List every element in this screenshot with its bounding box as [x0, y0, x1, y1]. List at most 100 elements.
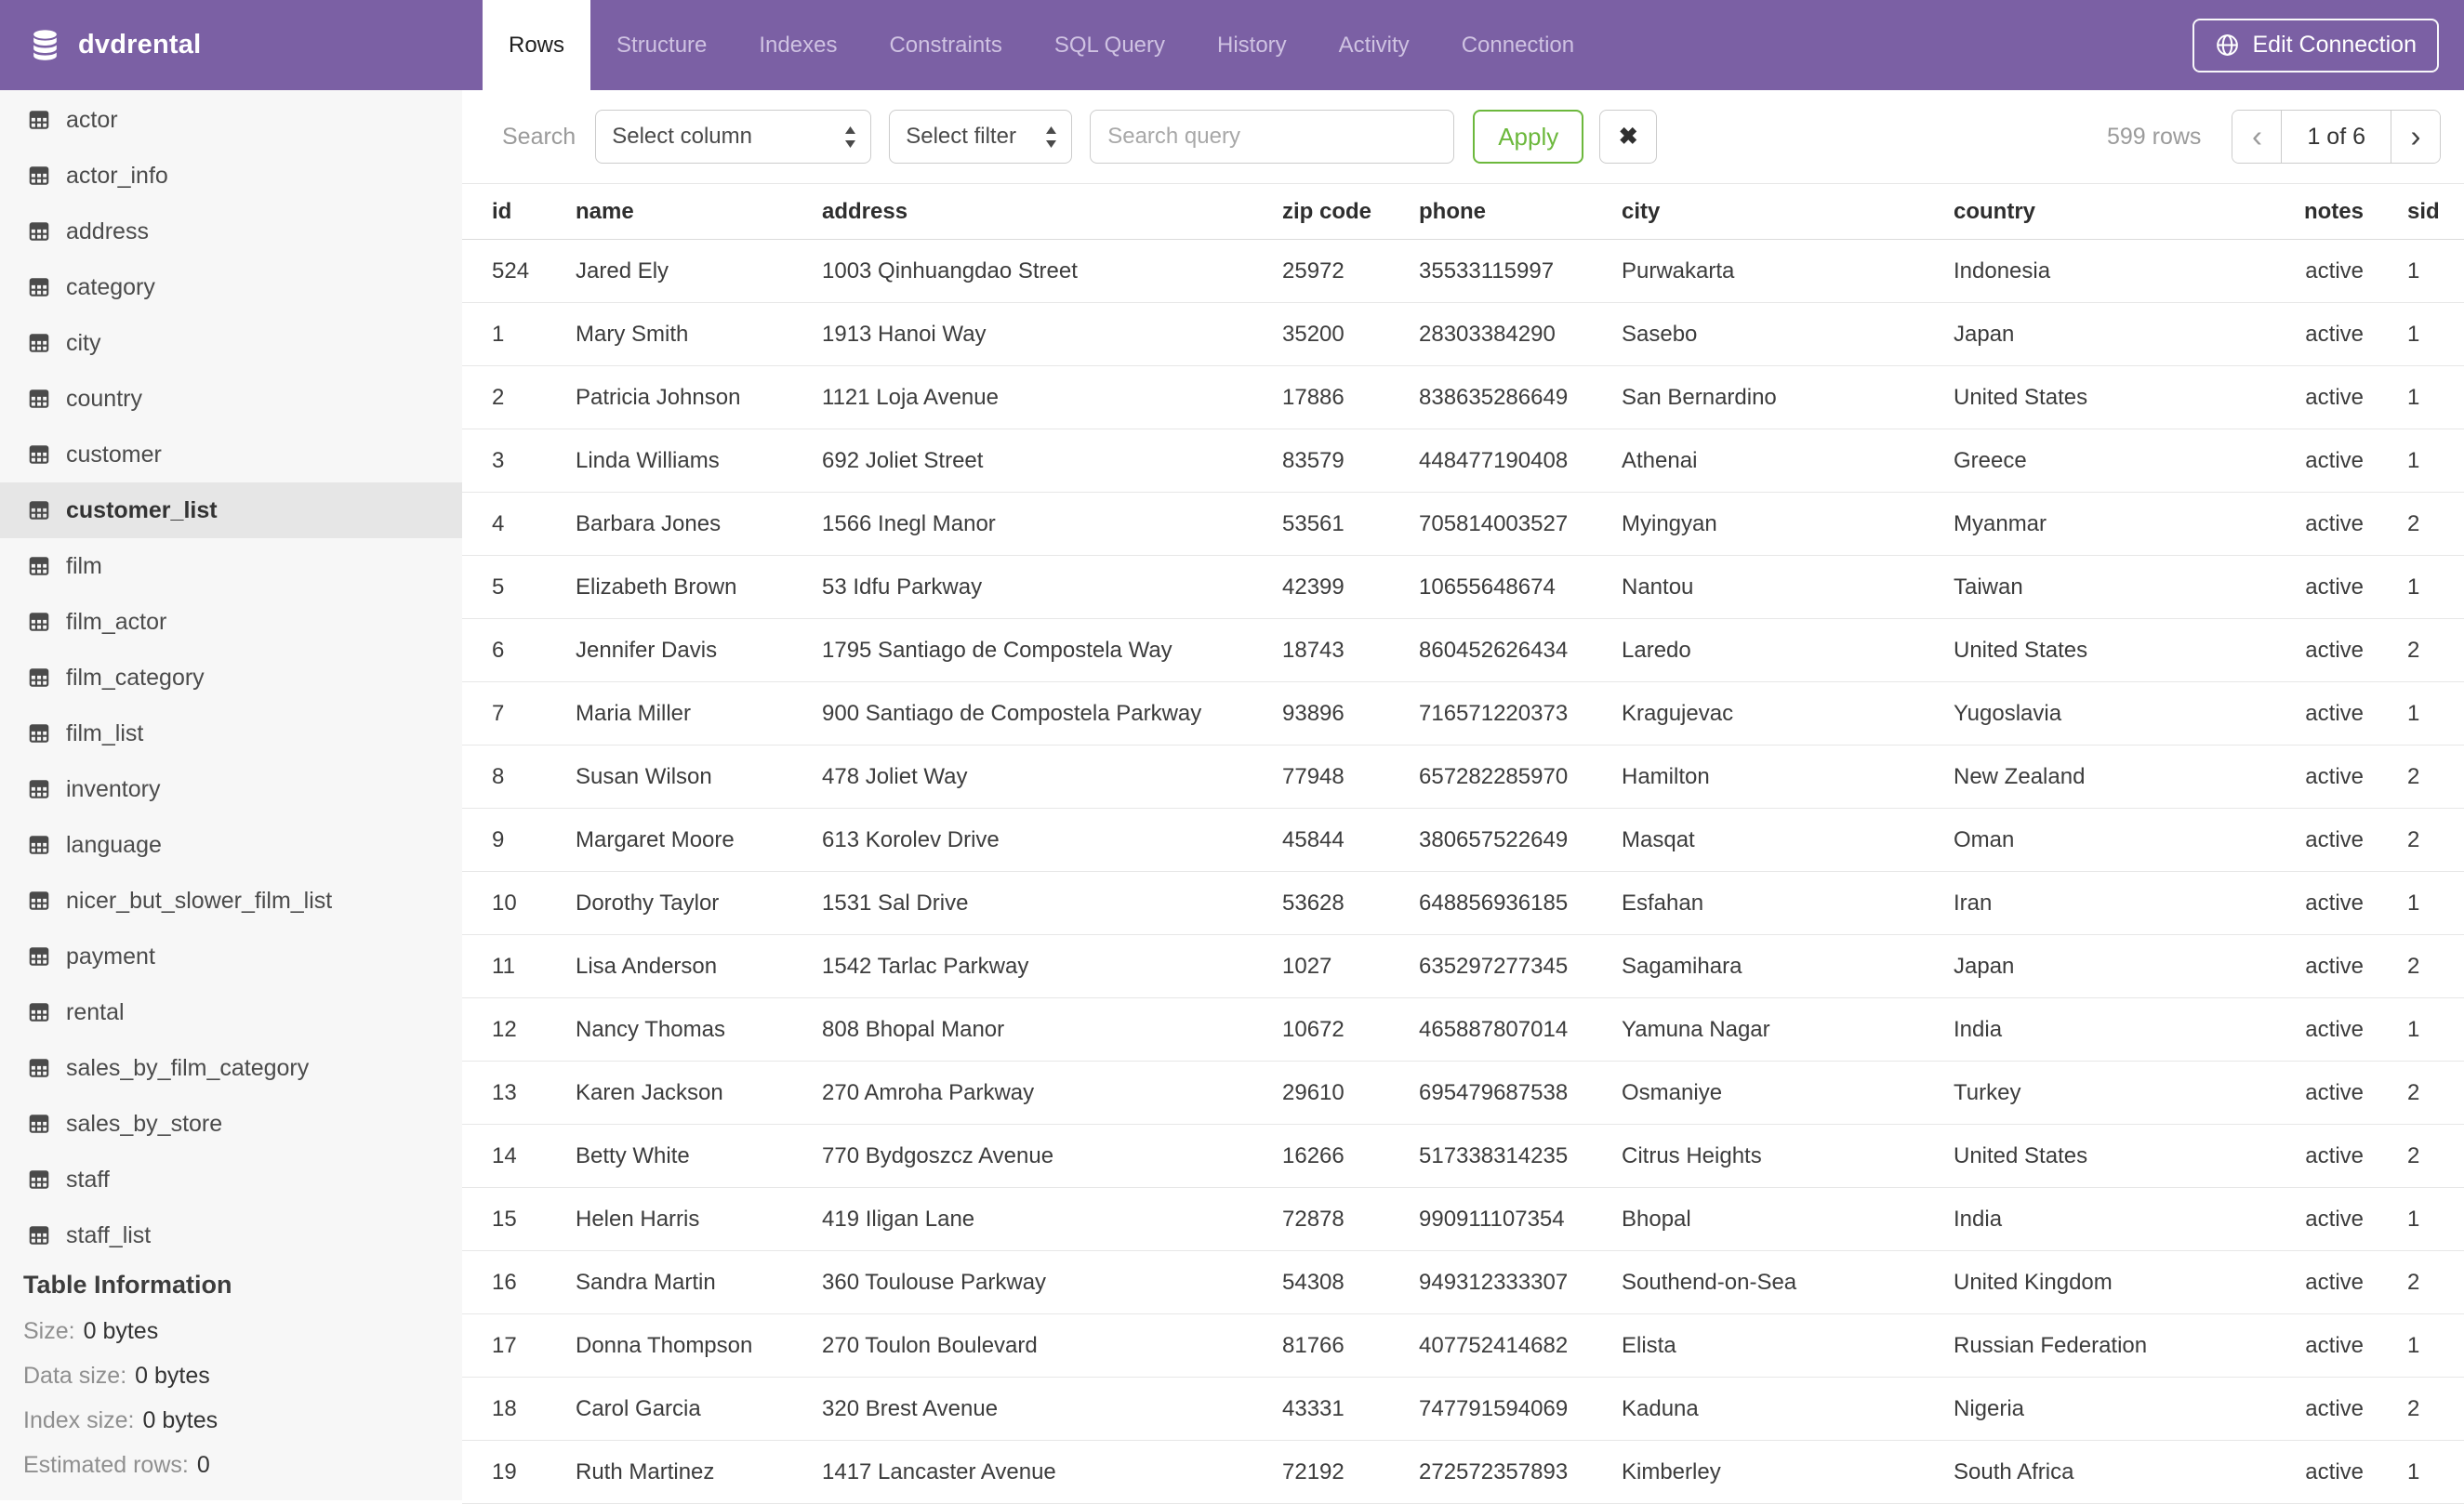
table-icon — [27, 554, 51, 578]
sidebar-item-film_list[interactable]: film_list — [0, 706, 462, 761]
previous-page-button[interactable]: ‹ — [2232, 111, 2282, 163]
table-row[interactable]: 2 Patricia Johnson 1121 Loja Avenue 17886 83… — [462, 366, 2464, 429]
column-header-phone[interactable]: phone — [1419, 199, 1622, 225]
sidebar-item-address[interactable]: address — [0, 204, 462, 259]
sidebar-item-staff[interactable]: staff — [0, 1152, 462, 1207]
sidebar-item-nicer_but_slower_film_list[interactable]: nicer_but_slower_film_list — [0, 873, 462, 929]
table-row[interactable]: 18 Carol Garcia 320 Brest Avenue 43331 74779… — [462, 1378, 2464, 1441]
sidebar-item-customer[interactable]: customer — [0, 427, 462, 482]
table-row[interactable]: 1 Mary Smith 1913 Hanoi Way 35200 2830338429… — [462, 303, 2464, 366]
info-value: 0 bytes — [135, 1362, 210, 1389]
column-header-city[interactable]: city — [1622, 199, 1954, 225]
sidebar-item-country[interactable]: country — [0, 371, 462, 427]
sidebar-item-actor[interactable]: actor — [0, 92, 462, 148]
table-row[interactable]: 10 Dorothy Taylor 1531 Sal Drive 53628 64885… — [462, 872, 2464, 935]
table-icon — [27, 1168, 51, 1192]
table-row[interactable]: 17 Donna Thompson 270 Toulon Boulevard 8176… — [462, 1314, 2464, 1378]
table-row[interactable]: 7 Maria Miller 900 Santiago de Compostela … — [462, 682, 2464, 745]
column-header-country[interactable]: country — [1954, 199, 2288, 225]
table-information-list: Size: 0 bytes Data size: 0 bytes Index size:… — [23, 1309, 462, 1487]
cell-notes: active — [2305, 321, 2364, 347]
table-row[interactable]: 3 Linda Williams 692 Joliet Street 83579 448… — [462, 429, 2464, 493]
sidebar-item-city[interactable]: city — [0, 315, 462, 371]
cell-notes: active — [2305, 1458, 2364, 1484]
cell-id: 14 — [492, 1142, 517, 1168]
cell-city: Osmaniye — [1622, 1079, 1723, 1105]
cell-sid: 1 — [2407, 1332, 2420, 1358]
tab-indexes[interactable]: Indexes — [733, 0, 863, 90]
table-row[interactable]: 6 Jennifer Davis 1795 Santiago de Composte… — [462, 619, 2464, 682]
table-name-label: city — [66, 329, 101, 356]
tab-history[interactable]: History — [1191, 0, 1313, 90]
sidebar-item-film[interactable]: film — [0, 538, 462, 594]
table-row[interactable]: 13 Karen Jackson 270 Amroha Parkway 29610 69… — [462, 1062, 2464, 1125]
clear-filter-button[interactable]: ✖ — [1599, 110, 1658, 164]
table-row[interactable]: 12 Nancy Thomas 808 Bhopal Manor 10672 46588… — [462, 998, 2464, 1062]
column-select[interactable]: Select column — [595, 110, 872, 164]
sidebar-item-film_actor[interactable]: film_actor — [0, 594, 462, 650]
table-row[interactable]: 9 Margaret Moore 613 Korolev Drive 45844 380… — [462, 809, 2464, 872]
table-row[interactable]: 19 Ruth Martinez 1417 Lancaster Avenue 7219… — [462, 1441, 2464, 1504]
tab-sql-query[interactable]: SQL Query — [1028, 0, 1191, 90]
cell-name: Karen Jackson — [576, 1079, 723, 1105]
filter-select[interactable]: Select filter — [889, 110, 1073, 164]
sidebar-item-actor_info[interactable]: actor_info — [0, 148, 462, 204]
sidebar-item-customer_list[interactable]: customer_list — [0, 482, 462, 538]
info-value: 0 bytes — [142, 1406, 219, 1433]
tab-structure[interactable]: Structure — [590, 0, 733, 90]
column-header-sid[interactable]: sid — [2364, 199, 2464, 225]
cell-name: Sandra Martin — [576, 1269, 716, 1295]
column-header-name[interactable]: name — [576, 199, 822, 225]
cell-country: New Zealand — [1954, 763, 2086, 789]
cell-country: Japan — [1954, 321, 2015, 347]
column-header-id[interactable]: id — [492, 199, 576, 225]
cell-name: Linda Williams — [576, 447, 720, 473]
table-row[interactable]: 15 Helen Harris 419 Iligan Lane 72878 990911… — [462, 1188, 2464, 1251]
table-name-label: inventory — [66, 775, 161, 802]
table-name-label: rental — [66, 998, 125, 1025]
sidebar-item-category[interactable]: category — [0, 259, 462, 315]
table-information-title: Table Information — [23, 1271, 232, 1299]
column-header-notes[interactable]: notes — [2288, 199, 2364, 225]
table-row[interactable]: 11 Lisa Anderson 1542 Tarlac Parkway 1027 63… — [462, 935, 2464, 998]
sidebar-item-sales_by_film_category[interactable]: sales_by_film_category — [0, 1040, 462, 1096]
sidebar-item-film_category[interactable]: film_category — [0, 650, 462, 706]
cell-name: Dorothy Taylor — [576, 890, 720, 916]
column-header-zip-code[interactable]: zip code — [1282, 199, 1419, 225]
table-row[interactable]: 16 Sandra Martin 360 Toulouse Parkway 54308… — [462, 1251, 2464, 1314]
cell-address: 1003 Qinhuangdao Street — [822, 257, 1078, 284]
tab-rows[interactable]: Rows — [483, 0, 591, 90]
table-name-label: sales_by_film_category — [66, 1054, 310, 1081]
cell-zip-code: 45844 — [1282, 826, 1345, 852]
next-page-button[interactable]: › — [2391, 111, 2440, 163]
tab-constraints[interactable]: Constraints — [863, 0, 1027, 90]
cell-zip-code: 54308 — [1282, 1269, 1345, 1295]
cell-name: Susan Wilson — [576, 763, 712, 789]
table-row[interactable]: 5 Elizabeth Brown 53 Idfu Parkway 42399 1065… — [462, 556, 2464, 619]
cell-phone: 705814003527 — [1419, 510, 1569, 536]
table-row[interactable]: 524 Jared Ely 1003 Qinhuangdao Street 25972… — [462, 240, 2464, 303]
cell-name: Ruth Martinez — [576, 1458, 715, 1484]
search-query-input[interactable] — [1090, 110, 1455, 164]
edit-connection-button[interactable]: Edit Connection — [2192, 18, 2439, 73]
cell-country: Greece — [1954, 447, 2027, 473]
table-row[interactable]: 4 Barbara Jones 1566 Inegl Manor 53561 70581… — [462, 493, 2464, 556]
sidebar-item-rental[interactable]: rental — [0, 984, 462, 1040]
sidebar-item-sales_by_store[interactable]: sales_by_store — [0, 1096, 462, 1152]
tab-connection[interactable]: Connection — [1436, 0, 1600, 90]
cell-country: Yugoslavia — [1954, 700, 2062, 726]
table-row[interactable]: 14 Betty White 770 Bydgoszcz Avenue 16266 51… — [462, 1125, 2464, 1188]
cell-phone: 695479687538 — [1419, 1079, 1569, 1105]
cell-address: 770 Bydgoszcz Avenue — [822, 1142, 1054, 1168]
column-header-address[interactable]: address — [822, 199, 1282, 225]
sidebar-item-payment[interactable]: payment — [0, 929, 462, 984]
apply-button[interactable]: Apply — [1473, 110, 1584, 164]
table-row[interactable]: 8 Susan Wilson 478 Joliet Way 77948 65728228… — [462, 745, 2464, 809]
table-name-label: film_list — [66, 719, 144, 746]
info-label: Index size: — [23, 1406, 135, 1433]
sidebar-item-staff_list[interactable]: staff_list — [0, 1207, 462, 1263]
tab-activity[interactable]: Activity — [1313, 0, 1436, 90]
sidebar-item-inventory[interactable]: inventory — [0, 761, 462, 817]
sidebar-item-language[interactable]: language — [0, 817, 462, 873]
cell-zip-code: 53628 — [1282, 890, 1345, 916]
